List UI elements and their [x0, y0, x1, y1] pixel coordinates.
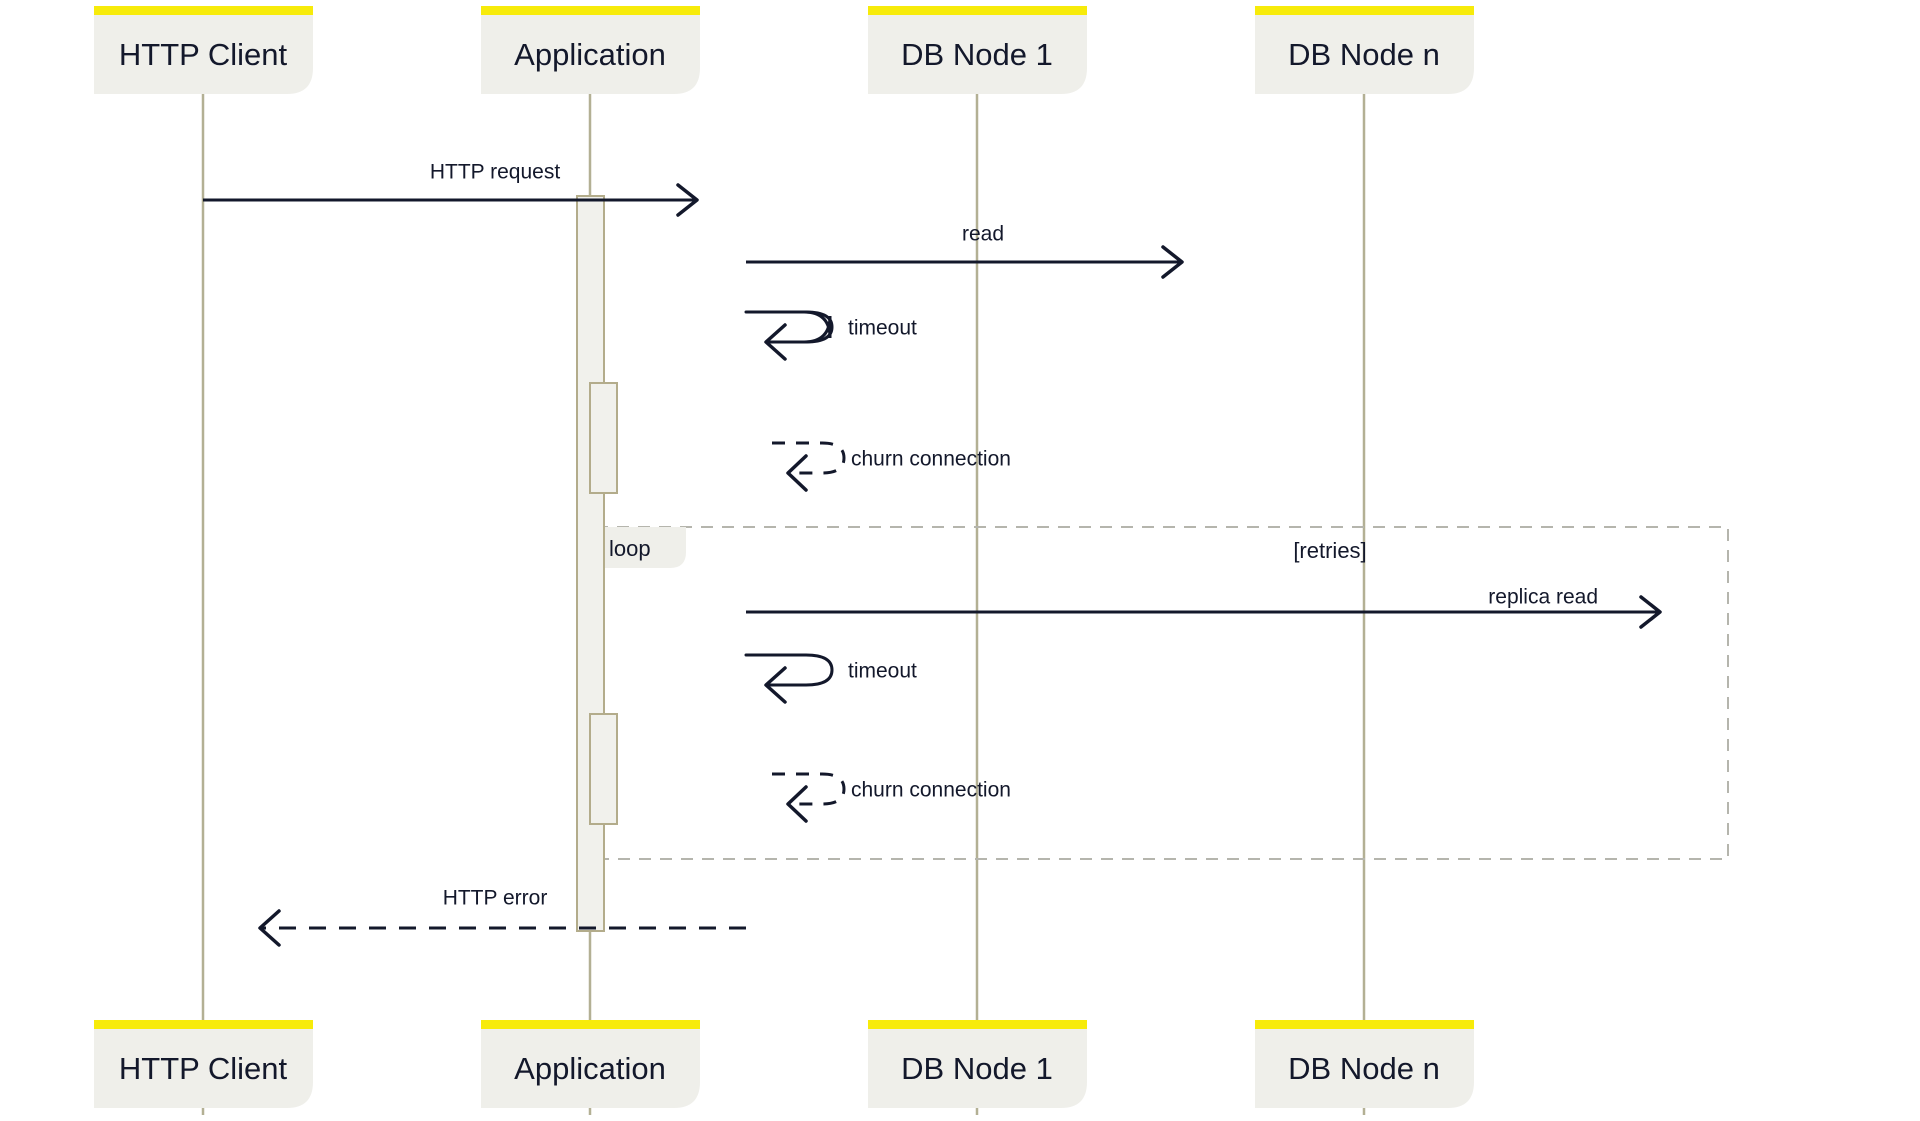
message-replica-read-label: replica read: [1488, 586, 1598, 609]
message-read: read: [746, 223, 1184, 279]
actor-box-app-bottom[interactable]: Application: [481, 1020, 700, 1108]
actor-box-dbn-bottom-accent: [1255, 1020, 1474, 1029]
actor-box-db1-bottom[interactable]: DB Node 1: [868, 1020, 1087, 1108]
message-timeout-2-label: timeout: [848, 660, 917, 683]
actor-box-db1-top-label: DB Node 1: [901, 37, 1053, 72]
message-timeout-2-path: [744, 653, 834, 687]
lifelines-group: [201, 10, 1366, 1115]
actor-box-client-top-label: HTTP Client: [119, 37, 288, 72]
message-churn-connection-1-path: [772, 441, 846, 475]
loop-frame-label: loop: [609, 536, 651, 561]
message-http-error-label: HTTP error: [443, 887, 548, 910]
actor-box-app-bottom-accent: [481, 1020, 700, 1029]
message-http-error: HTTP error: [258, 887, 746, 947]
actor-box-dbn-bottom[interactable]: DB Node n: [1255, 1020, 1474, 1108]
message-replica-read: replica read: [746, 586, 1662, 629]
actor-boxes-top[interactable]: HTTP Client Application DB Node 1 DB Nod…: [94, 6, 1474, 94]
message-timeout-2: timeout: [744, 653, 917, 704]
actor-box-dbn-top[interactable]: DB Node n: [1255, 6, 1474, 94]
combined-fragment-loop: loop [retries]: [595, 526, 1729, 860]
actor-box-client-bottom-accent: [94, 1020, 313, 1029]
message-read-label: read: [962, 223, 1004, 246]
message-churn-connection-1: churn connection: [772, 441, 1011, 492]
actor-box-app-top-label: Application: [514, 37, 666, 72]
actor-box-db1-bottom-label: DB Node 1: [901, 1051, 1053, 1086]
activation-app-churn-2: [589, 713, 618, 825]
actor-box-app-top[interactable]: Application: [481, 6, 700, 94]
loop-frame-condition: [retries]: [1293, 538, 1366, 563]
sequence-diagram-svg: loop [retries] HTTP request read timeout: [94, 6, 1729, 1115]
actor-box-client-bottom[interactable]: HTTP Client: [94, 1020, 313, 1108]
actor-box-client-top[interactable]: HTTP Client: [94, 6, 313, 94]
message-http-request-label: HTTP request: [430, 161, 560, 184]
actor-box-client-top-accent: [94, 6, 313, 15]
message-timeout-1-line: [746, 310, 832, 344]
actor-box-client-bottom-label: HTTP Client: [119, 1051, 288, 1086]
actor-box-dbn-top-label: DB Node n: [1288, 37, 1440, 72]
actor-box-db1-top-accent: [868, 6, 1087, 15]
actor-box-dbn-bottom-label: DB Node n: [1288, 1051, 1440, 1086]
actor-box-app-bottom-label: Application: [514, 1051, 666, 1086]
message-churn-connection-2-path: [772, 772, 846, 806]
actor-box-dbn-top-accent: [1255, 6, 1474, 15]
message-churn-connection-2: churn connection: [772, 772, 1011, 823]
actor-boxes-bottom[interactable]: HTTP Client Application DB Node 1 DB Nod…: [94, 1020, 1474, 1108]
message-churn-connection-2-label: churn connection: [851, 779, 1011, 802]
message-http-request: HTTP request: [203, 161, 699, 217]
sequence-diagram-canvas: loop [retries] HTTP request read timeout: [0, 0, 1920, 1121]
message-timeout-1-label: timeout: [848, 317, 917, 340]
message-churn-connection-1-label: churn connection: [851, 448, 1011, 471]
message-timeout-1: timeout: [744, 310, 917, 361]
activation-app-churn-1: [589, 382, 618, 494]
loop-frame-border: [595, 526, 1729, 860]
actor-box-app-top-accent: [481, 6, 700, 15]
actor-box-db1-bottom-accent: [868, 1020, 1087, 1029]
actor-box-db1-top[interactable]: DB Node 1: [868, 6, 1087, 94]
